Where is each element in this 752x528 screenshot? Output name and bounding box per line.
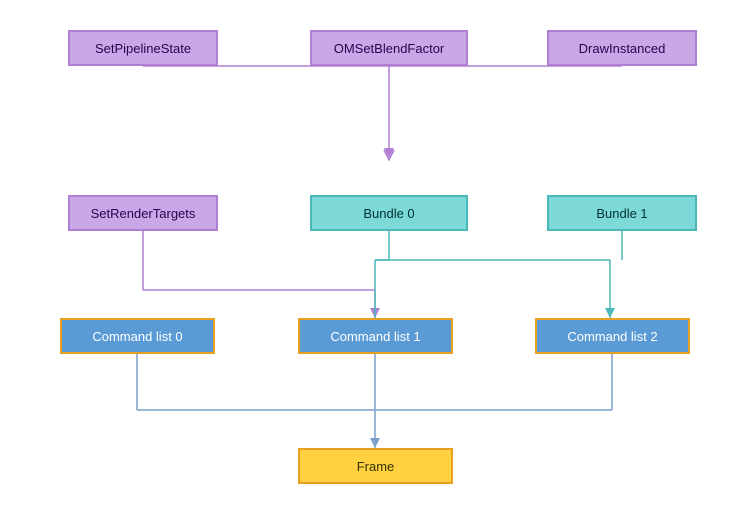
draw-instanced-node: DrawInstanced [547,30,697,66]
diagram: SetPipelineState OMSetBlendFactor DrawIn… [0,0,752,528]
command-list-1-node: Command list 1 [298,318,453,354]
set-pipeline-state-node: SetPipelineState [68,30,218,66]
frame-node: Frame [298,448,453,484]
set-render-targets-node: SetRenderTargets [68,195,218,231]
bundle-1-node: Bundle 1 [547,195,697,231]
bundle-0-node: Bundle 0 [310,195,468,231]
command-list-0-node: Command list 0 [60,318,215,354]
om-set-blend-factor-node: OMSetBlendFactor [310,30,468,66]
command-list-2-node: Command list 2 [535,318,690,354]
